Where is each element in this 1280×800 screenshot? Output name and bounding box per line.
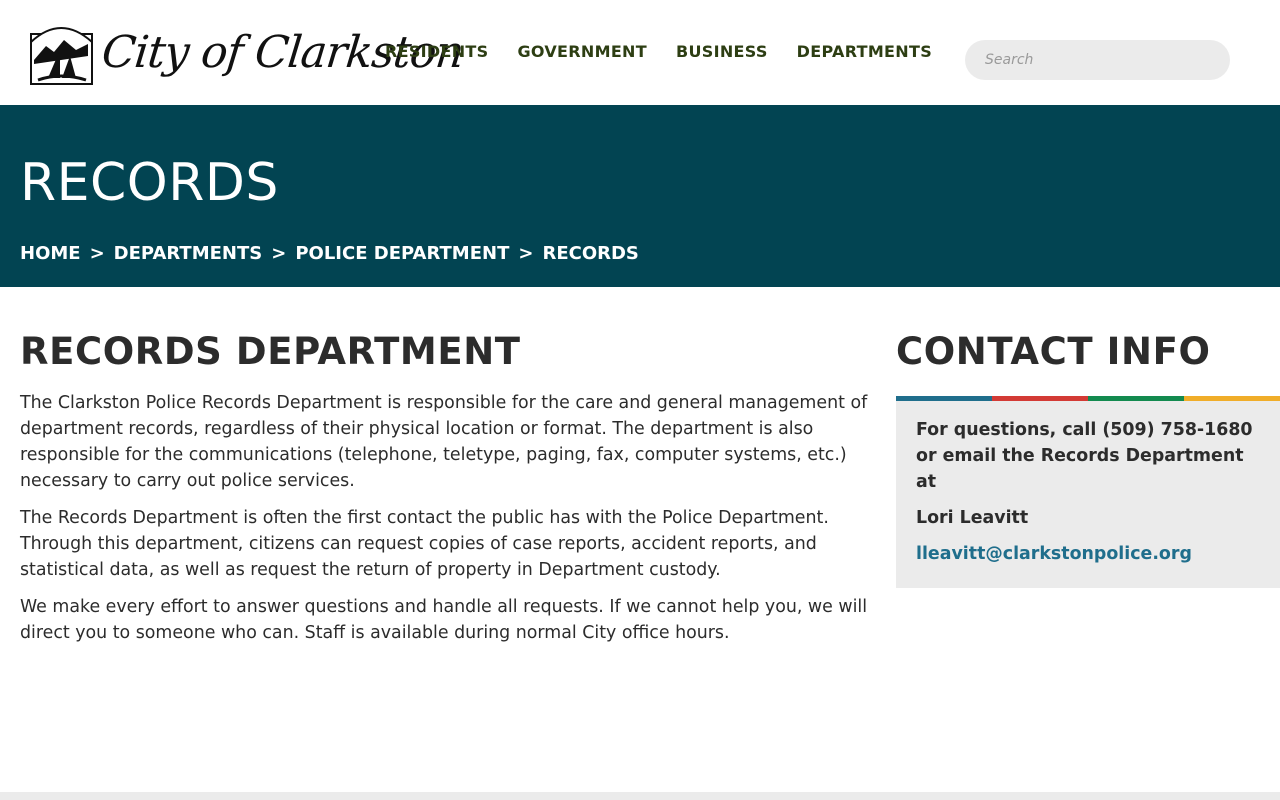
body-paragraph: We make every effort to answer questions… bbox=[20, 597, 868, 643]
breadcrumb: HOME > DEPARTMENTS > POLICE DEPARTMENT >… bbox=[20, 241, 639, 267]
nav-departments[interactable]: DEPARTMENTS bbox=[797, 40, 932, 66]
page-hero: RECORDS HOME > DEPARTMENTS > POLICE DEPA… bbox=[0, 105, 1280, 287]
accent-segment-yellow bbox=[1184, 396, 1280, 401]
contact-intro: For questions, call (509) 758-1680 or em… bbox=[916, 420, 1253, 492]
breadcrumb-separator: > bbox=[518, 243, 534, 264]
main-content: RECORDS DEPARTMENT The Clarkston Police … bbox=[20, 330, 882, 657]
search-input[interactable] bbox=[965, 40, 1230, 80]
accent-segment-red bbox=[992, 396, 1088, 401]
nav-residents[interactable]: RESIDENTS bbox=[385, 40, 488, 66]
breadcrumb-departments[interactable]: DEPARTMENTS bbox=[114, 241, 263, 267]
section-heading: RECORDS DEPARTMENT bbox=[20, 330, 521, 373]
site-header: City of Clarkston RESIDENTS GOVERNMENT B… bbox=[0, 0, 1280, 105]
breadcrumb-home[interactable]: HOME bbox=[20, 241, 81, 267]
contact-email-link[interactable]: lleavitt@clarkstonpolice.org bbox=[916, 541, 1260, 567]
nav-government[interactable]: GOVERNMENT bbox=[517, 40, 646, 66]
breadcrumb-separator: > bbox=[89, 243, 105, 264]
contact-card: For questions, call (509) 758-1680 or em… bbox=[896, 401, 1280, 588]
body-paragraph: The Clarkston Police Records Department … bbox=[20, 393, 868, 491]
breadcrumb-police-department[interactable]: POLICE DEPARTMENT bbox=[295, 241, 509, 267]
city-logo-link[interactable]: City of Clarkston bbox=[30, 18, 466, 86]
accent-segment-blue bbox=[896, 396, 992, 401]
body-paragraph: The Records Department is often the firs… bbox=[20, 508, 829, 580]
accent-segment-green bbox=[1088, 396, 1184, 401]
contact-sidebar: CONTACT INFO For questions, call (509) 7… bbox=[896, 330, 1280, 588]
nav-business[interactable]: BUSINESS bbox=[676, 40, 768, 66]
sailboat-mountain-logo-icon bbox=[30, 27, 93, 85]
page-title: RECORDS bbox=[20, 153, 279, 213]
color-accent-strip bbox=[896, 396, 1280, 401]
main-nav: RESIDENTS GOVERNMENT BUSINESS DEPARTMENT… bbox=[385, 40, 932, 66]
breadcrumb-current-records: RECORDS bbox=[542, 243, 639, 264]
breadcrumb-separator: > bbox=[271, 243, 287, 264]
sidebar-heading: CONTACT INFO bbox=[896, 330, 1211, 373]
contact-name: Lori Leavitt bbox=[916, 508, 1029, 528]
footer-edge bbox=[0, 792, 1280, 800]
